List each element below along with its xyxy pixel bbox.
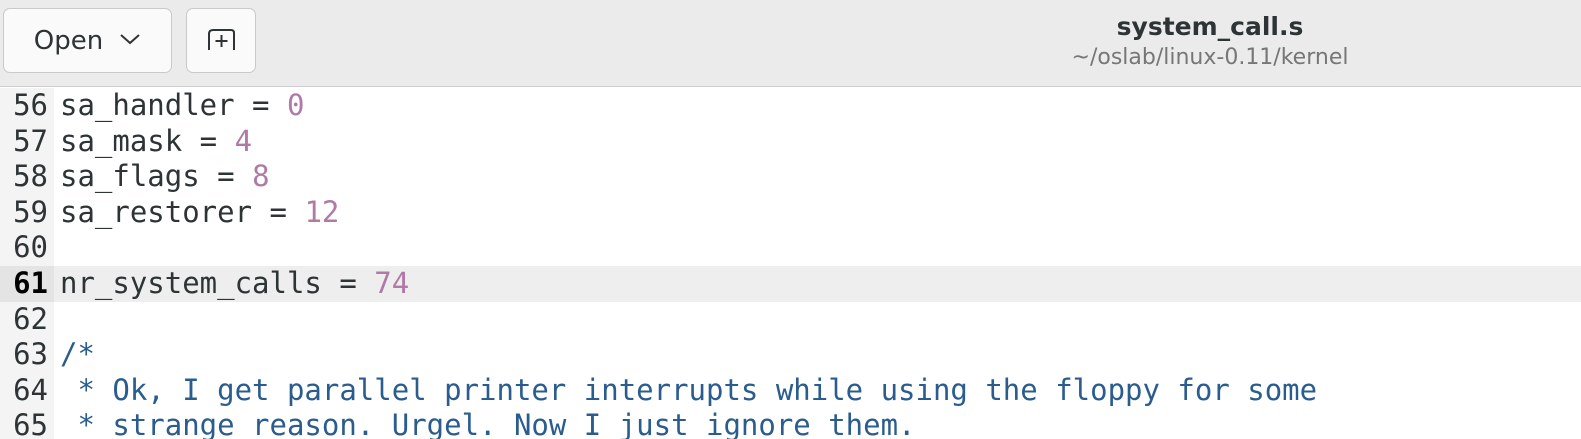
code-line[interactable]: 64 * Ok, I get parallel printer interrup… [0,372,1581,409]
line-text: sa_flags = 8 [60,159,270,194]
code-line[interactable]: 57 sa_mask = 4 [0,123,1581,160]
line-number: 65 [0,408,54,439]
open-button-label: Open [33,25,104,56]
current-line-number: 61 [0,265,54,302]
code-editor[interactable]: 56 sa_handler = 0 57 sa_mask = 4 58 sa_f… [0,88,1581,439]
line-number: 56 [0,88,54,124]
line-text: sa_mask = 4 [60,123,253,158]
window-subtitle: ~/oslab/linux-0.11/kernel [1071,45,1349,70]
line-number: 63 [0,337,54,373]
number-literal: 74 [374,265,410,300]
current-code-line[interactable]: 61 nr_system_calls = 74 [0,265,1581,302]
window-title-group: system_call.s ~/oslab/linux-0.11/kernel [1020,10,1400,72]
line-text: sa_restorer = 12 [60,194,340,229]
comment-text: /* [60,337,95,372]
line-text: nr_system_calls = 74 [60,265,410,300]
header-bar: Open system_call.s ~/oslab/linux-0.11/ke… [0,0,1581,87]
line-number: 60 [0,230,54,266]
code-line[interactable]: 56 sa_handler = 0 [0,88,1581,124]
number-literal: 12 [304,194,340,229]
code-line[interactable]: 60 [0,230,1581,266]
comment-text: * Ok, I get parallel printer interrupts … [60,372,1318,407]
window-title: system_call.s [1116,12,1304,41]
code-line[interactable]: 58 sa_flags = 8 [0,159,1581,195]
line-number: 62 [0,301,54,338]
code-line[interactable]: 59 sa_restorer = 12 [0,194,1581,231]
code-line[interactable]: 63 /* [0,337,1581,373]
line-number: 57 [0,123,54,160]
line-number: 64 [0,372,54,409]
chevron-down-icon [119,31,141,50]
line-number: 59 [0,194,54,231]
new-tab-icon [205,26,237,56]
comment-text: * strange reason. Urgel. Now I just igno… [60,408,916,439]
code-line[interactable]: 62 [0,301,1581,338]
number-literal: 4 [234,123,253,158]
line-text: sa_handler = 0 [60,88,305,122]
code-line[interactable]: 65 * strange reason. Urgel. Now I just i… [0,408,1581,439]
line-number: 58 [0,159,54,195]
number-literal: 8 [252,159,270,194]
new-tab-button[interactable] [186,8,256,73]
open-button[interactable]: Open [3,8,172,73]
number-literal: 0 [286,88,305,122]
